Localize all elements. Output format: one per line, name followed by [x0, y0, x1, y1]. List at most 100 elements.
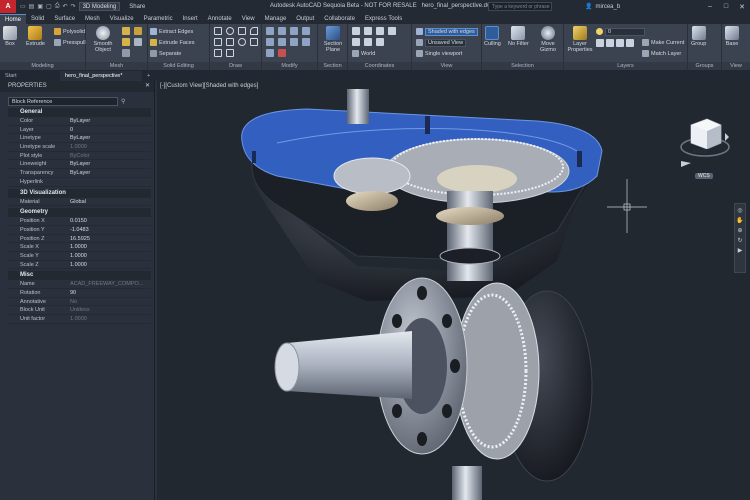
orbit-icon[interactable]: ↻ — [737, 237, 742, 244]
property-row[interactable]: Transparency ByLayer — [8, 169, 151, 178]
tab-home[interactable]: Home — [0, 14, 27, 24]
stretch-icon[interactable] — [290, 27, 298, 35]
property-value[interactable]: -1.0483 — [68, 226, 151, 234]
property-value[interactable]: Unitless — [68, 306, 151, 314]
section-plane-button[interactable]: Section Plane — [320, 26, 346, 53]
panel-layers-title[interactable]: Layers — [564, 62, 687, 70]
ucs-icon[interactable] — [376, 27, 384, 35]
tab-solid[interactable]: Solid — [26, 14, 49, 24]
property-value[interactable]: Global — [68, 198, 151, 206]
fillet-icon[interactable] — [278, 38, 286, 46]
property-row[interactable]: Rotation 90 — [8, 289, 151, 298]
smooth-object-button[interactable]: Smooth Object — [89, 26, 117, 53]
bearing[interactable] — [346, 191, 398, 211]
wcs-menu[interactable]: WCS — [695, 173, 713, 179]
zoom-extents-icon[interactable]: ⊕ — [737, 227, 742, 234]
tab-visualize[interactable]: Visualize — [105, 14, 139, 24]
doc-tab-start[interactable]: Start — [0, 71, 60, 81]
tab-mesh[interactable]: Mesh — [80, 14, 105, 24]
spline-icon[interactable] — [250, 38, 258, 46]
property-value[interactable]: 1.0000 — [68, 252, 151, 260]
extract-edges-button[interactable]: Extract Edges — [150, 27, 193, 36]
property-row[interactable]: Linetype scale 1.0000 — [8, 143, 151, 152]
tab-surface[interactable]: Surface — [49, 14, 80, 24]
property-row[interactable]: Position Z 16.5925 — [8, 235, 151, 244]
user-menu[interactable]: 👤 mircea_b — [585, 0, 620, 13]
box-button[interactable]: Box — [3, 26, 17, 47]
group-button[interactable]: Group — [691, 26, 706, 47]
boundary-icon[interactable] — [226, 49, 234, 57]
arc-icon[interactable] — [250, 27, 258, 35]
search-input[interactable]: Type a keyword or phrase — [488, 2, 552, 11]
mirror-icon[interactable] — [266, 38, 274, 46]
viewport-config-dropdown[interactable]: Single viewport — [416, 49, 462, 58]
new-icon[interactable]: ▭ — [20, 3, 26, 10]
property-row[interactable]: Position X 0.0150 — [8, 217, 151, 226]
tab-collaborate[interactable]: Collaborate — [319, 14, 360, 24]
ucs-icon[interactable] — [352, 27, 360, 35]
rectangle-icon[interactable] — [238, 27, 246, 35]
property-value[interactable]: 1.0000 — [68, 143, 151, 151]
property-value[interactable]: No — [68, 298, 151, 306]
doc-tab-drawing[interactable]: hero_final_perspective* — [60, 71, 142, 81]
property-value[interactable]: 0.0150 — [68, 217, 151, 225]
panel-modeling-title[interactable]: Modeling — [0, 62, 85, 70]
circle-icon[interactable] — [226, 27, 234, 35]
property-row[interactable]: Position Y -1.0483 — [8, 226, 151, 235]
panel-solid-editing-title[interactable]: Solid Editing — [148, 62, 209, 70]
redo-icon[interactable]: ↷ — [71, 3, 76, 10]
property-value[interactable]: ByLayer — [68, 169, 151, 177]
property-value[interactable]: 1.0000 — [68, 315, 151, 323]
property-row[interactable]: Material Global — [8, 198, 151, 207]
tab-manage[interactable]: Manage — [260, 14, 292, 24]
tab-view[interactable]: View — [237, 14, 260, 24]
maximize-icon[interactable]: □ — [718, 0, 734, 13]
make-current-button[interactable]: Make Current — [642, 38, 684, 47]
properties-header[interactable]: PROPERTIES ✕ — [0, 81, 154, 92]
region-icon[interactable] — [214, 49, 222, 57]
ucs-icon[interactable] — [364, 38, 372, 46]
panel-groups-title[interactable]: Groups — [688, 62, 721, 70]
close-icon[interactable]: ✕ — [145, 81, 150, 92]
extrude-button[interactable]: Extrude — [26, 26, 45, 47]
property-row[interactable]: Color ByLayer — [8, 117, 151, 126]
lower-shaft[interactable] — [452, 466, 482, 500]
pan-icon[interactable]: ✋ — [736, 217, 743, 224]
layer-tool-icon[interactable] — [626, 39, 634, 47]
ucs-icon[interactable] — [364, 27, 372, 35]
property-value[interactable]: 90 — [68, 289, 151, 297]
tab-express-tools[interactable]: Express Tools — [360, 14, 407, 24]
mesh-tool-icon[interactable] — [122, 27, 130, 35]
property-row[interactable]: Layer 0 — [8, 126, 151, 135]
property-value[interactable]: ByColor — [68, 152, 151, 160]
selection-dropdown[interactable]: Block Reference — [8, 97, 118, 106]
property-value[interactable]: 1.0000 — [68, 261, 151, 269]
mesh-tool-icon[interactable] — [122, 38, 130, 46]
tab-output[interactable]: Output — [291, 14, 319, 24]
property-row[interactable]: Name ACAD_FREEWAY_COMPO... — [8, 280, 151, 289]
property-value[interactable] — [68, 178, 151, 186]
pinion-gear[interactable] — [333, 157, 411, 195]
move-icon[interactable] — [266, 27, 274, 35]
property-row[interactable]: Scale X 1.0000 — [8, 243, 151, 252]
panel-section-title[interactable]: Section — [318, 62, 347, 70]
separate-button[interactable]: Separate — [150, 49, 181, 58]
property-row[interactable]: Plot style ByColor — [8, 152, 151, 161]
property-row[interactable]: Unit factor 1.0000 — [8, 315, 151, 324]
property-row[interactable]: Scale Z 1.0000 — [8, 261, 151, 270]
tab-annotate[interactable]: Annotate — [203, 14, 237, 24]
tab-parametric[interactable]: Parametric — [139, 14, 178, 24]
saved-view-dropdown[interactable]: Unsaved View — [416, 38, 467, 47]
ucs-world-dropdown[interactable]: World — [352, 49, 375, 58]
mesh-tool-icon[interactable] — [134, 27, 142, 35]
open-icon[interactable]: ▤ — [29, 3, 35, 10]
property-section-header[interactable]: General — [8, 108, 151, 117]
no-filter-button[interactable]: No Filter — [508, 26, 529, 47]
tab-insert[interactable]: Insert — [178, 14, 203, 24]
trim-icon[interactable] — [266, 49, 274, 57]
property-value[interactable]: ByLayer — [68, 134, 151, 142]
panel-selection-title[interactable]: Selection — [482, 62, 563, 70]
panel-modify-title[interactable]: Modify — [262, 62, 317, 70]
vertical-shaft[interactable] — [447, 191, 493, 281]
property-row[interactable]: Lineweight ByLayer — [8, 160, 151, 170]
